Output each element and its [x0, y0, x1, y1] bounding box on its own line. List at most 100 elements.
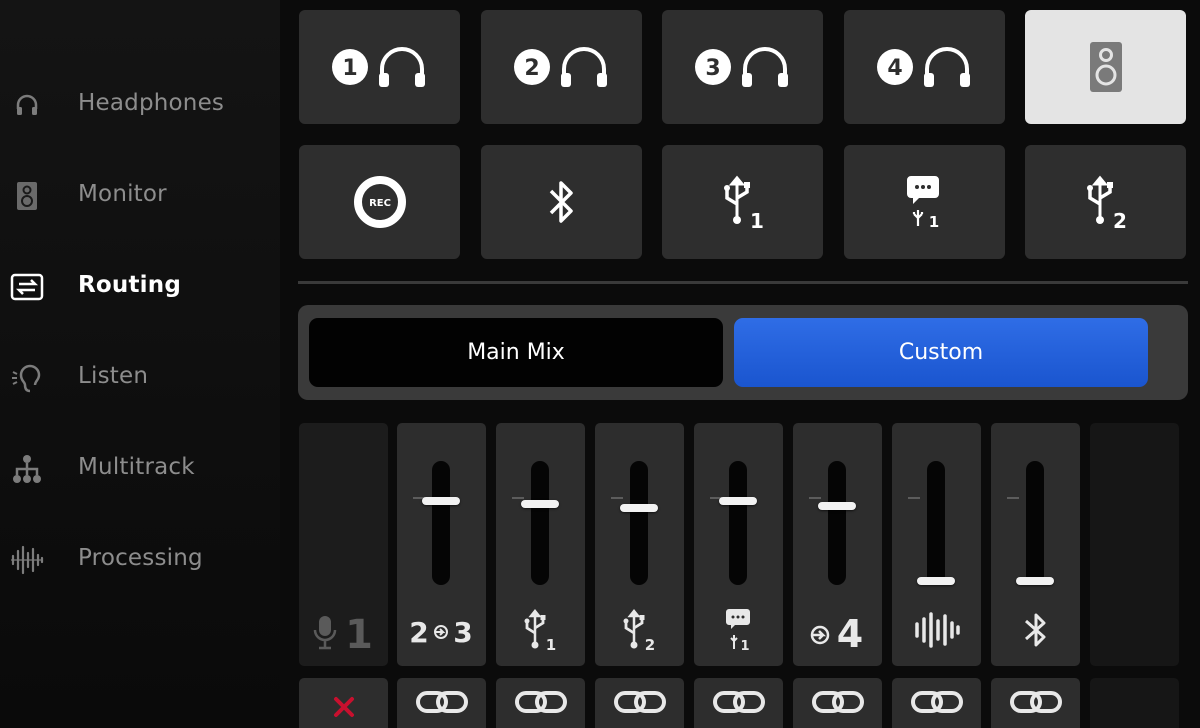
chat-number: 1	[928, 213, 938, 230]
usb-number: 2	[644, 636, 654, 651]
fader-knob[interactable]	[1016, 577, 1054, 585]
usb-number: 2	[1113, 209, 1127, 230]
close-icon	[333, 697, 354, 717]
headphone-output-4-tile[interactable]: 4	[844, 10, 1005, 124]
routing-icon	[10, 270, 44, 304]
headphones-icon: 2	[513, 47, 607, 87]
fader-track[interactable]	[630, 461, 648, 585]
link-slot-empty	[1090, 678, 1179, 728]
fader-track[interactable]	[927, 461, 945, 585]
mixer-strip-mic-1: 1	[299, 423, 388, 666]
sidebar-item-label: Listen	[78, 363, 149, 389]
fader-track[interactable]	[432, 461, 450, 585]
chat-number: 1	[740, 639, 749, 652]
ear-icon	[10, 361, 44, 395]
mixer-strip-usb-chat: 1	[694, 423, 783, 666]
link-icon	[514, 691, 567, 713]
unity-tick	[611, 497, 623, 499]
fader-knob[interactable]	[422, 496, 460, 505]
usb-chat-icon: 1	[906, 176, 939, 230]
sidebar-item-headphones[interactable]: Headphones	[0, 74, 280, 134]
unity-tick	[908, 497, 920, 499]
main-mix-button[interactable]: Main Mix	[309, 318, 723, 387]
usb-chat-source-tile[interactable]: 1	[844, 145, 1005, 259]
fader-track[interactable]	[531, 461, 549, 585]
sidebar: Headphones Monitor Routing Listen Multit…	[0, 0, 280, 728]
mixer-strip-input-4: 4	[793, 423, 882, 666]
mixer-strip-waveform	[892, 423, 981, 666]
sidebar-item-routing[interactable]: Routing	[0, 256, 280, 316]
section-divider	[298, 281, 1188, 284]
headphone-number: 1	[342, 56, 357, 81]
sidebar-item-label: Monitor	[78, 181, 167, 207]
link-button[interactable]	[892, 678, 981, 728]
unlink-button[interactable]	[299, 678, 388, 728]
mixer-strip-empty	[1090, 423, 1179, 666]
strip-source-label: 1	[299, 608, 388, 652]
waveform-icon	[914, 612, 960, 648]
link-button[interactable]	[694, 678, 783, 728]
headphone-number: 4	[887, 56, 902, 81]
usb-number: 1	[545, 636, 555, 651]
input-icon: 4	[810, 612, 863, 651]
link-icon	[712, 691, 765, 713]
bluetooth-source-tile[interactable]	[481, 145, 642, 259]
usb-icon: 2	[623, 609, 655, 651]
usb-1-source-tile[interactable]: 1	[662, 145, 823, 259]
sidebar-item-label: Routing	[78, 272, 182, 298]
rec-label: REC	[369, 198, 391, 209]
mixer-strip-mics-2-3: 2 3	[397, 423, 486, 666]
sidebar-item-processing[interactable]: Processing	[0, 529, 280, 589]
unity-tick	[512, 497, 524, 499]
fader-track[interactable]	[828, 461, 846, 585]
link-button[interactable]	[496, 678, 585, 728]
headphones-icon	[10, 88, 44, 122]
fader-knob[interactable]	[818, 501, 856, 510]
sidebar-item-listen[interactable]: Listen	[0, 347, 280, 407]
usb-2-source-tile[interactable]: 2	[1025, 145, 1186, 259]
headphones-icon: 1	[331, 47, 425, 87]
mixer-strip-usb-2: 2	[595, 423, 684, 666]
headphone-output-1-tile[interactable]: 1	[299, 10, 460, 124]
headphone-output-3-tile[interactable]: 3	[662, 10, 823, 124]
microphone-icon: 1	[313, 612, 373, 652]
usb-icon: 1	[524, 609, 556, 651]
mic-number: 1	[345, 612, 373, 652]
mic-number: 2	[409, 616, 428, 649]
strip-source-label: 2	[595, 608, 684, 652]
link-icon	[910, 691, 963, 713]
strip-source-label: 4	[793, 608, 882, 652]
fader-track[interactable]	[1026, 461, 1044, 585]
usb-icon: 1	[723, 175, 763, 230]
unity-tick	[1007, 497, 1019, 499]
strip-source-label	[892, 608, 981, 652]
record-source-tile[interactable]: REC	[299, 145, 460, 259]
speaker-icon	[1089, 42, 1122, 92]
fader-knob[interactable]	[521, 500, 559, 509]
link-button[interactable]	[595, 678, 684, 728]
sidebar-item-label: Headphones	[78, 90, 225, 116]
fader-knob[interactable]	[620, 503, 658, 512]
fader-knob[interactable]	[719, 496, 757, 505]
waveform-icon	[10, 543, 44, 577]
monitor-speaker-tile[interactable]	[1025, 10, 1186, 124]
unity-tick	[809, 497, 821, 499]
headphone-output-2-tile[interactable]: 2	[481, 10, 642, 124]
link-icon	[811, 691, 864, 713]
mix-mode-toggle: Main Mix Custom	[298, 305, 1188, 400]
sidebar-item-multitrack[interactable]: Multitrack	[0, 438, 280, 498]
strip-source-label: 2 3	[397, 608, 486, 652]
usb-chat-icon: 1	[725, 609, 750, 652]
sidebar-item-label: Processing	[78, 545, 203, 571]
custom-button[interactable]: Custom	[734, 318, 1148, 387]
link-button[interactable]	[397, 678, 486, 728]
hierarchy-icon	[10, 452, 44, 486]
sidebar-item-monitor[interactable]: Monitor	[0, 165, 280, 225]
fader-track[interactable]	[729, 461, 747, 585]
headphones-icon: 4	[876, 47, 970, 87]
link-button[interactable]	[793, 678, 882, 728]
usb-icon: 2	[1086, 175, 1127, 230]
link-button[interactable]	[991, 678, 1080, 728]
headphone-number: 3	[705, 56, 720, 81]
fader-knob[interactable]	[917, 577, 955, 585]
